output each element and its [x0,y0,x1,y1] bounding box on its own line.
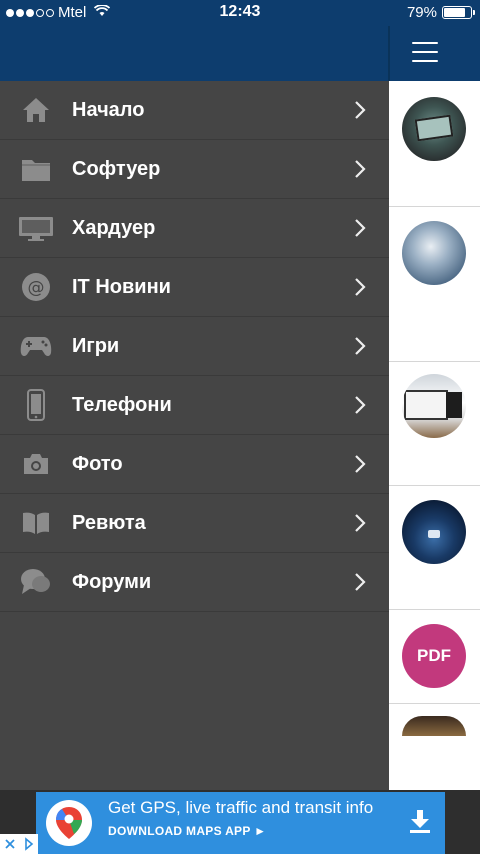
download-icon[interactable] [409,808,431,839]
pdf-thumb-label: PDF [417,646,451,665]
battery-fill [444,8,465,17]
menu-item-label: Форуми [72,570,152,593]
gamepad-icon [0,333,72,359]
chevron-right-icon [355,573,366,591]
menu-item-phones[interactable]: Телефони [0,376,389,435]
article-thumbnail [402,221,466,285]
battery-percent: 79% [406,4,437,21]
ad-cta: DOWNLOAD MAPS APP ► [108,824,267,838]
chevron-right-icon [355,396,366,414]
chevron-right-icon [355,219,366,237]
app-header [0,26,480,81]
ad-title: Get GPS, live traffic and transit info [108,798,374,817]
home-icon [0,96,72,124]
article-thumbnail [402,97,466,161]
monitor-icon [0,214,72,242]
menu-icon[interactable] [412,42,438,62]
article-card[interactable] [389,207,480,362]
chat-bubbles-icon [0,567,72,597]
article-card[interactable] [389,704,480,790]
chevron-right-icon [355,337,366,355]
menu-item-label: Начало [72,98,145,121]
menu-item-hardware[interactable]: Хардуер [0,199,389,258]
menu-item-software[interactable]: Софтуер [0,140,389,199]
menu-item-photo[interactable]: Фото [0,435,389,494]
menu-item-forums[interactable]: Форуми [0,553,389,612]
chevron-right-icon [355,278,366,296]
menu-item-label: Хардуер [72,216,156,239]
close-icon[interactable] [0,834,20,854]
article-card[interactable] [389,486,480,610]
camera-icon [0,451,72,477]
svg-text:@: @ [28,278,45,298]
article-card[interactable]: PDF [389,610,480,704]
navigation-drawer: Начало Софтуер Хардуер @ IT Новини Игри … [0,81,389,790]
menu-item-label: Фото [72,452,123,475]
article-thumbnail [402,374,466,438]
chevron-right-icon [355,514,366,532]
menu-item-it-news[interactable]: @ IT Новини [0,258,389,317]
menu-item-label: Софтуер [72,157,161,180]
article-thumbnail [402,500,466,564]
status-bar: Mtel 12:43 79% [0,0,480,26]
menu-item-label: IT Новини [72,275,171,298]
article-card[interactable] [389,362,480,486]
chevron-right-icon [355,455,366,473]
menu-item-games[interactable]: Игри [0,317,389,376]
menu-item-home[interactable]: Начало [0,81,389,140]
article-list: PDF [389,81,480,790]
ad-banner[interactable]: Get GPS, live traffic and transit info D… [36,792,445,854]
article-thumbnail [402,716,466,736]
chevron-right-icon [355,160,366,178]
menu-item-label: Игри [72,334,120,357]
ad-choices-icon[interactable] [20,834,38,854]
status-right: 79% [406,4,475,21]
article-thumbnail: PDF [402,624,466,688]
menu-item-reviews[interactable]: Ревюта [0,494,389,553]
header-divider [388,26,390,81]
folder-icon [0,155,72,183]
at-sign-icon: @ [0,272,72,302]
menu-item-label: Телефони [72,393,172,416]
book-icon [0,510,72,536]
chevron-right-icon [355,101,366,119]
battery-icon [442,6,475,19]
article-card[interactable] [389,81,480,207]
phone-icon [0,389,72,421]
maps-app-icon [46,800,92,846]
menu-item-label: Ревюта [72,511,146,534]
ad-text: Get GPS, live traffic and transit info D… [108,798,373,838]
